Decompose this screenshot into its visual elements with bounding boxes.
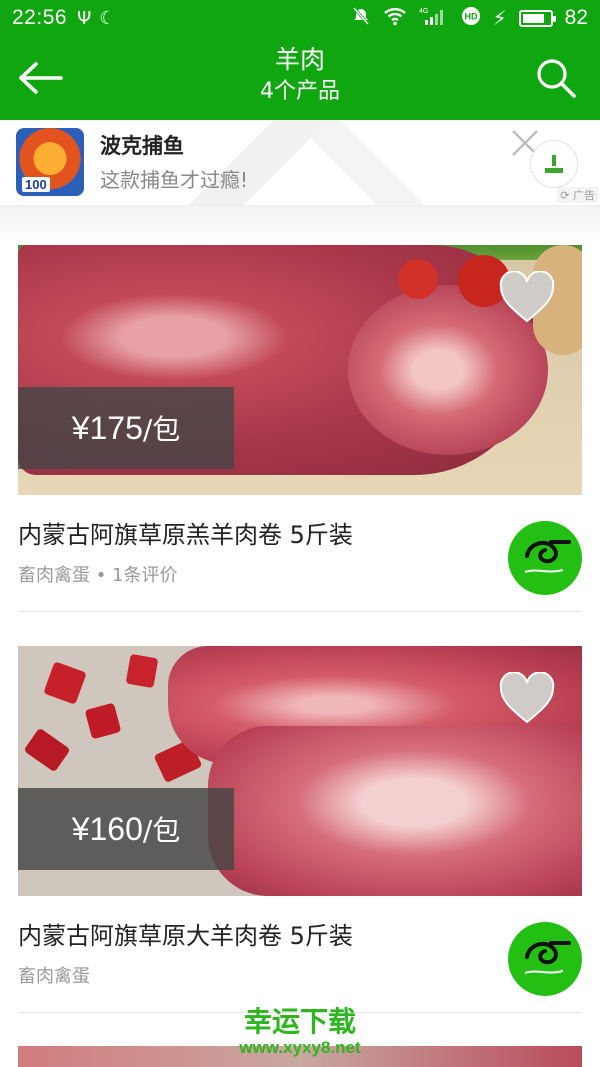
price-unit: /包 [142,814,181,847]
battery-percent: 82 [564,6,588,29]
download-icon [545,155,563,173]
page-subtitle: 4个产品 [260,79,340,104]
product-meta: 畜肉禽蛋 • 1条评价 [18,565,178,586]
back-button[interactable] [14,54,66,102]
price-unit: /包 [142,413,181,446]
svg-text:HD: HD [464,11,477,21]
ad-tag: ⟳ 广告 [557,187,598,203]
arrow-left-icon [19,62,63,94]
shop-logo-icon [524,941,571,974]
product-card[interactable]: ¥175/包 内蒙古阿旗草原羔羊肉卷 5斤装 畜肉禽蛋 • 1条评价 [18,245,582,612]
product-image[interactable]: ¥160/包 [18,646,582,896]
product-meta: 畜肉禽蛋 [18,966,90,987]
hd-icon: HD [461,6,481,31]
usb-icon: Ψ [77,7,92,29]
product-title[interactable]: 内蒙古阿旗草原大羊肉卷 5斤装 [18,916,353,951]
price-tag: ¥175/包 [18,387,234,469]
app-screen: 22:56 Ψ ☾ 4G HD ⚡ 82 羊肉 4个产品 100 波克捕鱼 这款… [0,0,600,1067]
moon-icon: ☾ [99,7,116,29]
charging-icon: ⚡ [492,6,507,30]
search-button[interactable] [532,54,580,102]
price-value: ¥160 [71,810,143,847]
ad-download-button[interactable] [530,140,578,188]
shop-logo[interactable] [508,521,582,595]
product-card[interactable]: ¥160/包 内蒙古阿旗草原大羊肉卷 5斤装 畜肉禽蛋 [18,646,582,1013]
price-tag: ¥160/包 [18,788,234,870]
watermark: 幸运下载 www.xyxy8.net [200,1000,400,1058]
status-time: 22:56 [12,6,68,29]
price-value: ¥175 [71,409,143,446]
status-bar: 22:56 Ψ ☾ 4G HD ⚡ 82 [0,0,600,36]
watermark-url: www.xyxy8.net [239,1038,361,1057]
page-title: 羊肉 [274,45,325,74]
mute-icon [351,6,371,31]
ad-description: 这款捕鱼才过瘾! [100,168,249,192]
shop-logo-icon [524,540,571,573]
heart-icon[interactable] [498,271,556,325]
battery-level [522,13,544,23]
section-separator [0,206,600,244]
app-bar: 羊肉 4个产品 [0,36,600,120]
heart-icon[interactable] [498,672,556,726]
svg-text:4G: 4G [419,8,428,15]
watermark-title: 幸运下载 [243,1005,356,1038]
product-title[interactable]: 内蒙古阿旗草原羔羊肉卷 5斤装 [18,515,353,550]
ad-title: 波克捕鱼 [100,134,184,158]
ad-app-icon[interactable]: 100 [16,128,84,196]
wifi-icon [383,6,407,31]
title-block: 羊肉 4个产品 [150,44,450,108]
battery-icon [518,9,556,27]
search-icon [537,59,576,98]
ad-app-badge: 100 [22,177,50,192]
card-divider [18,611,582,612]
signal-icon: 4G [419,6,449,31]
shop-logo[interactable] [508,922,582,996]
product-image[interactable]: ¥175/包 [18,245,582,495]
